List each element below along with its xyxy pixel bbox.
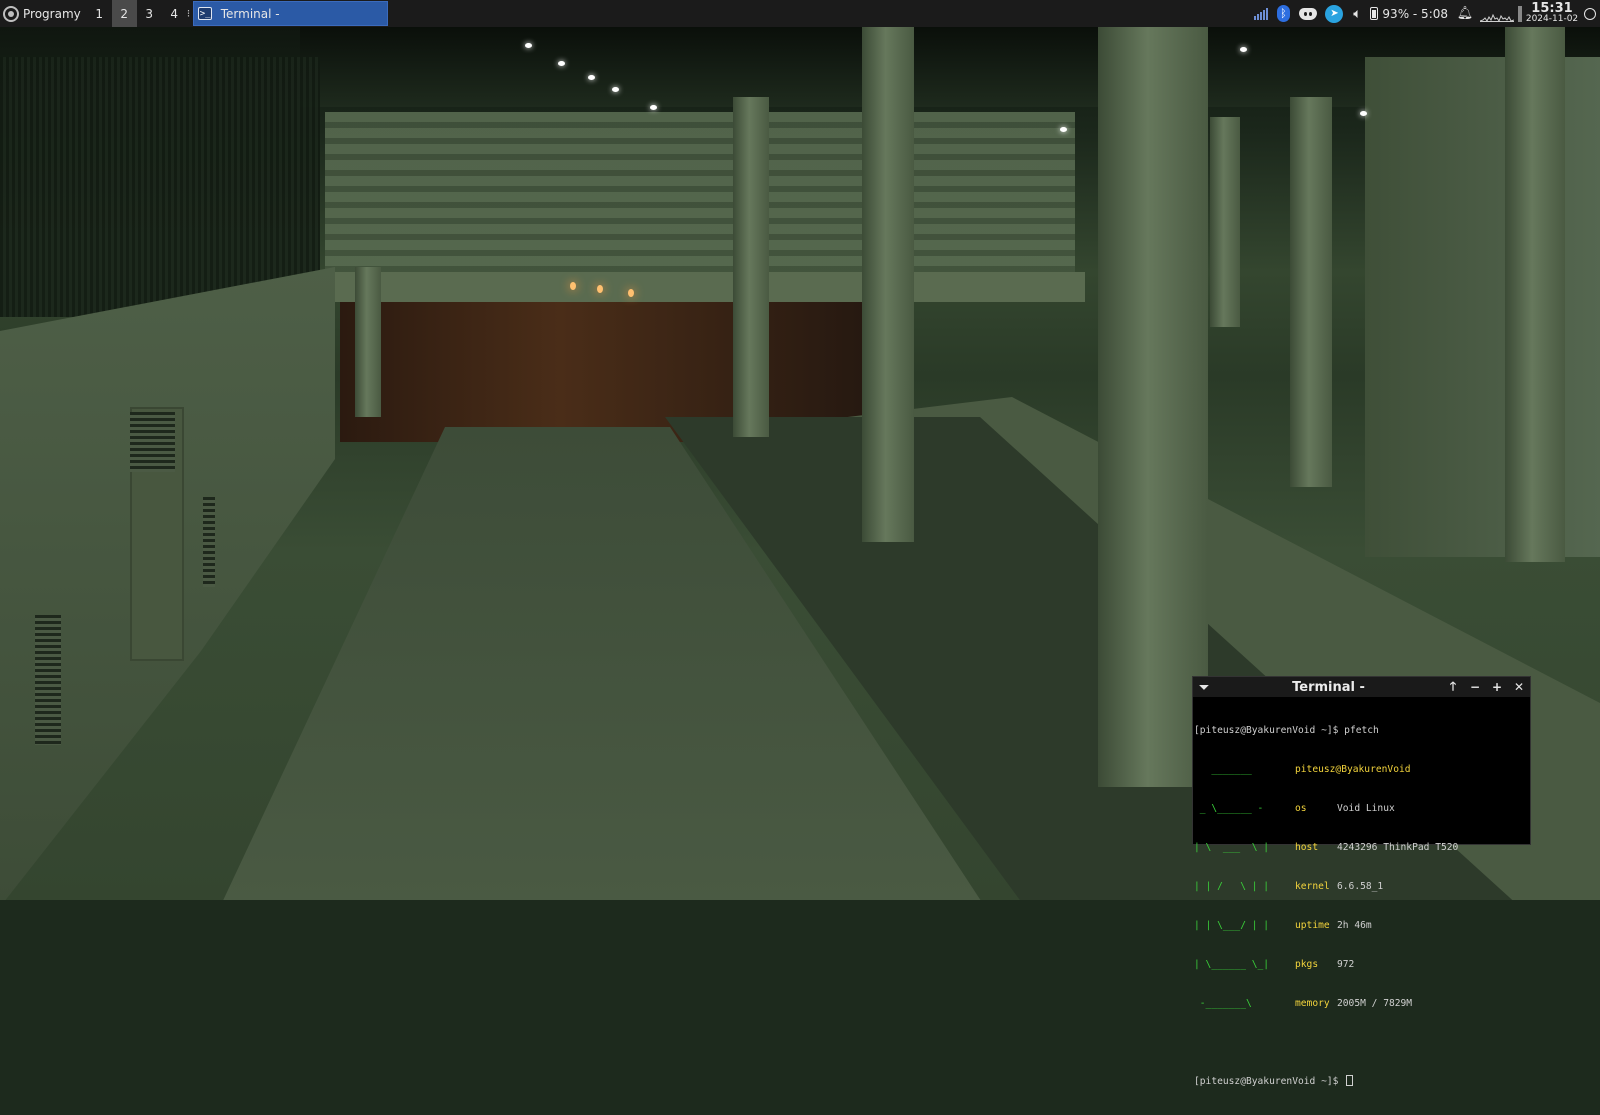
void-ascii-logo-line: | \______ \_| [1194,959,1275,970]
taskbar-item-label: Terminal - [220,6,280,21]
wallpaper-pillar [862,27,914,542]
pfetch-header: piteusz@ByakurenVoid [1295,764,1411,775]
terminal-output[interactable]: [piteusz@ByakurenVoid ~]$ pfetch _______… [1193,697,1530,1115]
clock[interactable]: 15:31 2024-11-02 [1524,0,1580,25]
logout-icon[interactable] [1584,7,1596,20]
wallpaper-pillar [1290,97,1332,487]
keep-above-arrow-up-icon[interactable]: 🡑 [1442,677,1464,697]
system-tray: ᛒ ➤ 🔈︎ 93% - 5:08 🔔︎ 15:31 2024-11-02 [1250,0,1600,27]
pfetch-value-kernel: 6.6.58_1 [1337,881,1384,892]
workspace-3-button[interactable]: 3 [137,0,162,27]
wallpaper-light [1060,127,1067,132]
prompt-line: [piteusz@ByakurenVoid ~]$ [1194,1076,1345,1087]
pfetch-row: _______ piteusz@ByakurenVoid [1194,763,1529,776]
pfetch-row: | | / \ | | kernel 6.6.58_1 [1194,880,1529,893]
workspace-1-button[interactable]: 1 [87,0,112,27]
pfetch-value-memory: 2005M / 7829M [1337,998,1413,1009]
pfetch-value-pkgs: 972 [1337,959,1355,970]
void-ascii-logo-line: | | / \ | | [1194,881,1275,892]
pfetch-key-memory: memory [1295,998,1330,1009]
wallpaper-orange-light [570,282,576,290]
pfetch-row: | \______ \_| pkgs 972 [1194,958,1529,971]
wallpaper-light [525,43,532,48]
void-logo-icon [3,5,19,22]
taskbar-item-terminal[interactable]: >_ Terminal - [192,1,388,26]
terminal-titlebar[interactable]: ⏷ Terminal - 🡑 − + ✕ [1193,677,1530,697]
top-panel: Programy 1 2 3 4 ⁝ >_ Terminal - ᛒ ➤ 🔈︎ … [0,0,1600,27]
clock-date: 2024-11-02 [1525,13,1579,24]
wallpaper-fence [0,57,320,317]
wallpaper-light [1360,111,1367,116]
wallpaper-pillar [1210,117,1240,327]
wallpaper-wall-band [325,112,1075,272]
pfetch-value-host: 4243296 ThinkPad T520 [1337,842,1459,853]
battery-icon[interactable] [1368,0,1380,27]
pfetch-row: | \ ___ \ | host 4243296 ThinkPad T520 [1194,841,1529,854]
pfetch-key-host: host [1295,842,1319,853]
wallpaper-vent [35,615,61,745]
void-ascii-logo-line: | | \___/ | | [1194,920,1275,931]
minimize-icon[interactable]: − [1464,677,1486,697]
network-signal-icon[interactable] [1250,0,1272,27]
discord-icon[interactable] [1294,0,1322,27]
bluetooth-icon[interactable]: ᛒ [1272,0,1294,27]
pfetch-row: | | \___/ | | uptime 2h 46m [1194,919,1529,932]
notification-bell-icon[interactable]: 🔔︎ [1454,0,1476,27]
window-menu-chevron-icon[interactable]: ⏷ [1193,677,1215,697]
wallpaper-light [650,105,657,110]
terminal-icon: >_ [197,7,212,20]
wallpaper-light [1240,47,1247,52]
wallpaper-pillar [355,267,381,417]
pfetch-key-uptime: uptime [1295,920,1330,931]
wallpaper-vent [130,412,175,472]
applications-menu-button[interactable]: Programy [0,0,87,27]
cpu-graph-icon[interactable] [1480,6,1514,22]
volume-icon[interactable]: 🔈︎ [1346,0,1368,27]
pfetch-key-os: os [1295,803,1307,814]
cpu-usage-bar [1518,5,1522,22]
void-ascii-logo-line: | \ ___ \ | [1194,842,1275,853]
close-icon[interactable]: ✕ [1508,677,1530,697]
pfetch-row: -_______\ memory 2005M / 7829M [1194,997,1529,1010]
pfetch-value-uptime: 2h 46m [1337,920,1372,931]
wallpaper-orange-light [597,285,603,293]
telegram-icon[interactable]: ➤ [1322,0,1346,27]
workspace-2-button[interactable]: 2 [111,0,137,27]
terminal-window[interactable]: ⏷ Terminal - 🡑 − + ✕ [piteusz@ByakurenVo… [1192,676,1531,1087]
void-ascii-logo-line: -_______\ [1194,998,1275,1009]
wallpaper-light [612,87,619,92]
wallpaper-light [558,61,565,66]
terminal-line: [piteusz@ByakurenVoid ~]$ pfetch [1194,724,1529,737]
void-ascii-logo-line: _ \______ - [1194,803,1275,814]
wallpaper-pillar [1505,27,1565,562]
void-ascii-logo-line: _______ [1194,764,1275,775]
battery-status-text[interactable]: 93% - 5:08 [1382,7,1448,21]
wallpaper-lintel [325,272,1085,302]
wallpaper-pillar [1098,27,1208,787]
wallpaper-light [588,75,595,80]
wallpaper-orange-light [628,289,634,297]
pfetch-value-os: Void Linux [1337,803,1395,814]
maximize-icon[interactable]: + [1486,677,1508,697]
text-cursor [1346,1075,1354,1086]
terminal-line: [piteusz@ByakurenVoid ~]$ [1194,1075,1529,1088]
pfetch-key-kernel: kernel [1295,881,1330,892]
terminal-window-title: Terminal - [1292,679,1365,695]
wallpaper-pillar [733,97,769,437]
pfetch-key-pkgs: pkgs [1295,959,1319,970]
applications-menu-label: Programy [23,6,81,21]
wallpaper-vent [203,497,215,587]
prompt-command-line: [piteusz@ByakurenVoid ~]$ pfetch [1194,725,1379,736]
clock-time: 15:31 [1531,0,1573,16]
pfetch-row: _ \______ - os Void Linux [1194,802,1529,815]
workspace-4-button[interactable]: 4 [162,0,187,27]
